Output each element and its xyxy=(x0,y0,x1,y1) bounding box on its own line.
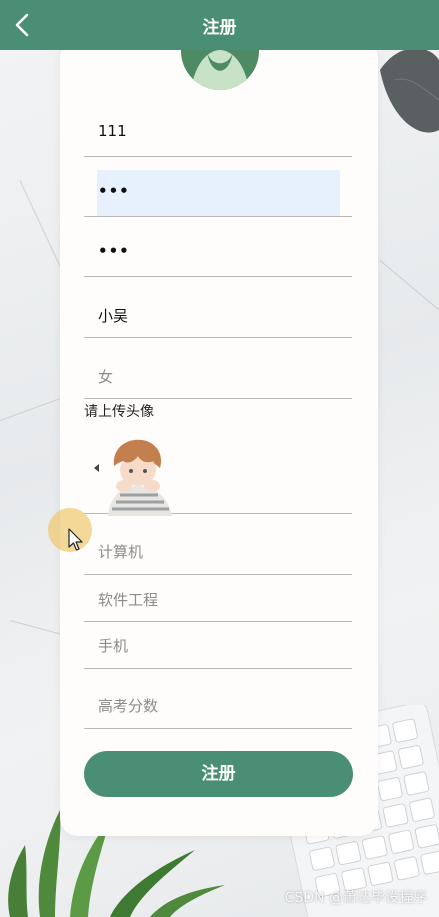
score-field[interactable]: 高考分数 xyxy=(84,682,352,729)
leaf-decoration xyxy=(380,48,439,133)
name-value: 小吴 xyxy=(98,307,129,325)
password-autofill-highlight xyxy=(97,170,340,216)
password-field[interactable]: ••• xyxy=(84,170,352,217)
register-button[interactable]: 注册 xyxy=(84,751,353,797)
score-placeholder: 高考分数 xyxy=(98,697,159,715)
confirm-password-field[interactable]: ••• xyxy=(84,232,352,277)
app-header: 注册 xyxy=(0,0,439,50)
major-field[interactable]: 计算机 xyxy=(84,528,352,575)
uploaded-avatar-image[interactable] xyxy=(94,436,184,516)
department-field[interactable]: 软件工程 xyxy=(84,578,352,622)
page-title: 注册 xyxy=(202,18,237,38)
upload-label: 请上传头像 xyxy=(84,404,154,420)
confirm-password-value: ••• xyxy=(98,242,130,260)
department-placeholder: 软件工程 xyxy=(98,591,159,609)
watermark: CSDN @萧达毕设程序 xyxy=(284,890,427,906)
gender-field[interactable]: 女 xyxy=(84,354,352,399)
name-field[interactable]: 小吴 xyxy=(84,292,352,338)
mouse-cursor-icon xyxy=(68,528,83,551)
gender-placeholder: 女 xyxy=(98,368,114,386)
username-field[interactable]: 111 xyxy=(84,108,352,157)
major-placeholder: 计算机 xyxy=(98,543,144,561)
phone-placeholder: 手机 xyxy=(98,637,129,655)
password-value: ••• xyxy=(98,182,130,200)
username-value: 111 xyxy=(98,122,127,140)
phone-field[interactable]: 手机 xyxy=(84,625,352,669)
